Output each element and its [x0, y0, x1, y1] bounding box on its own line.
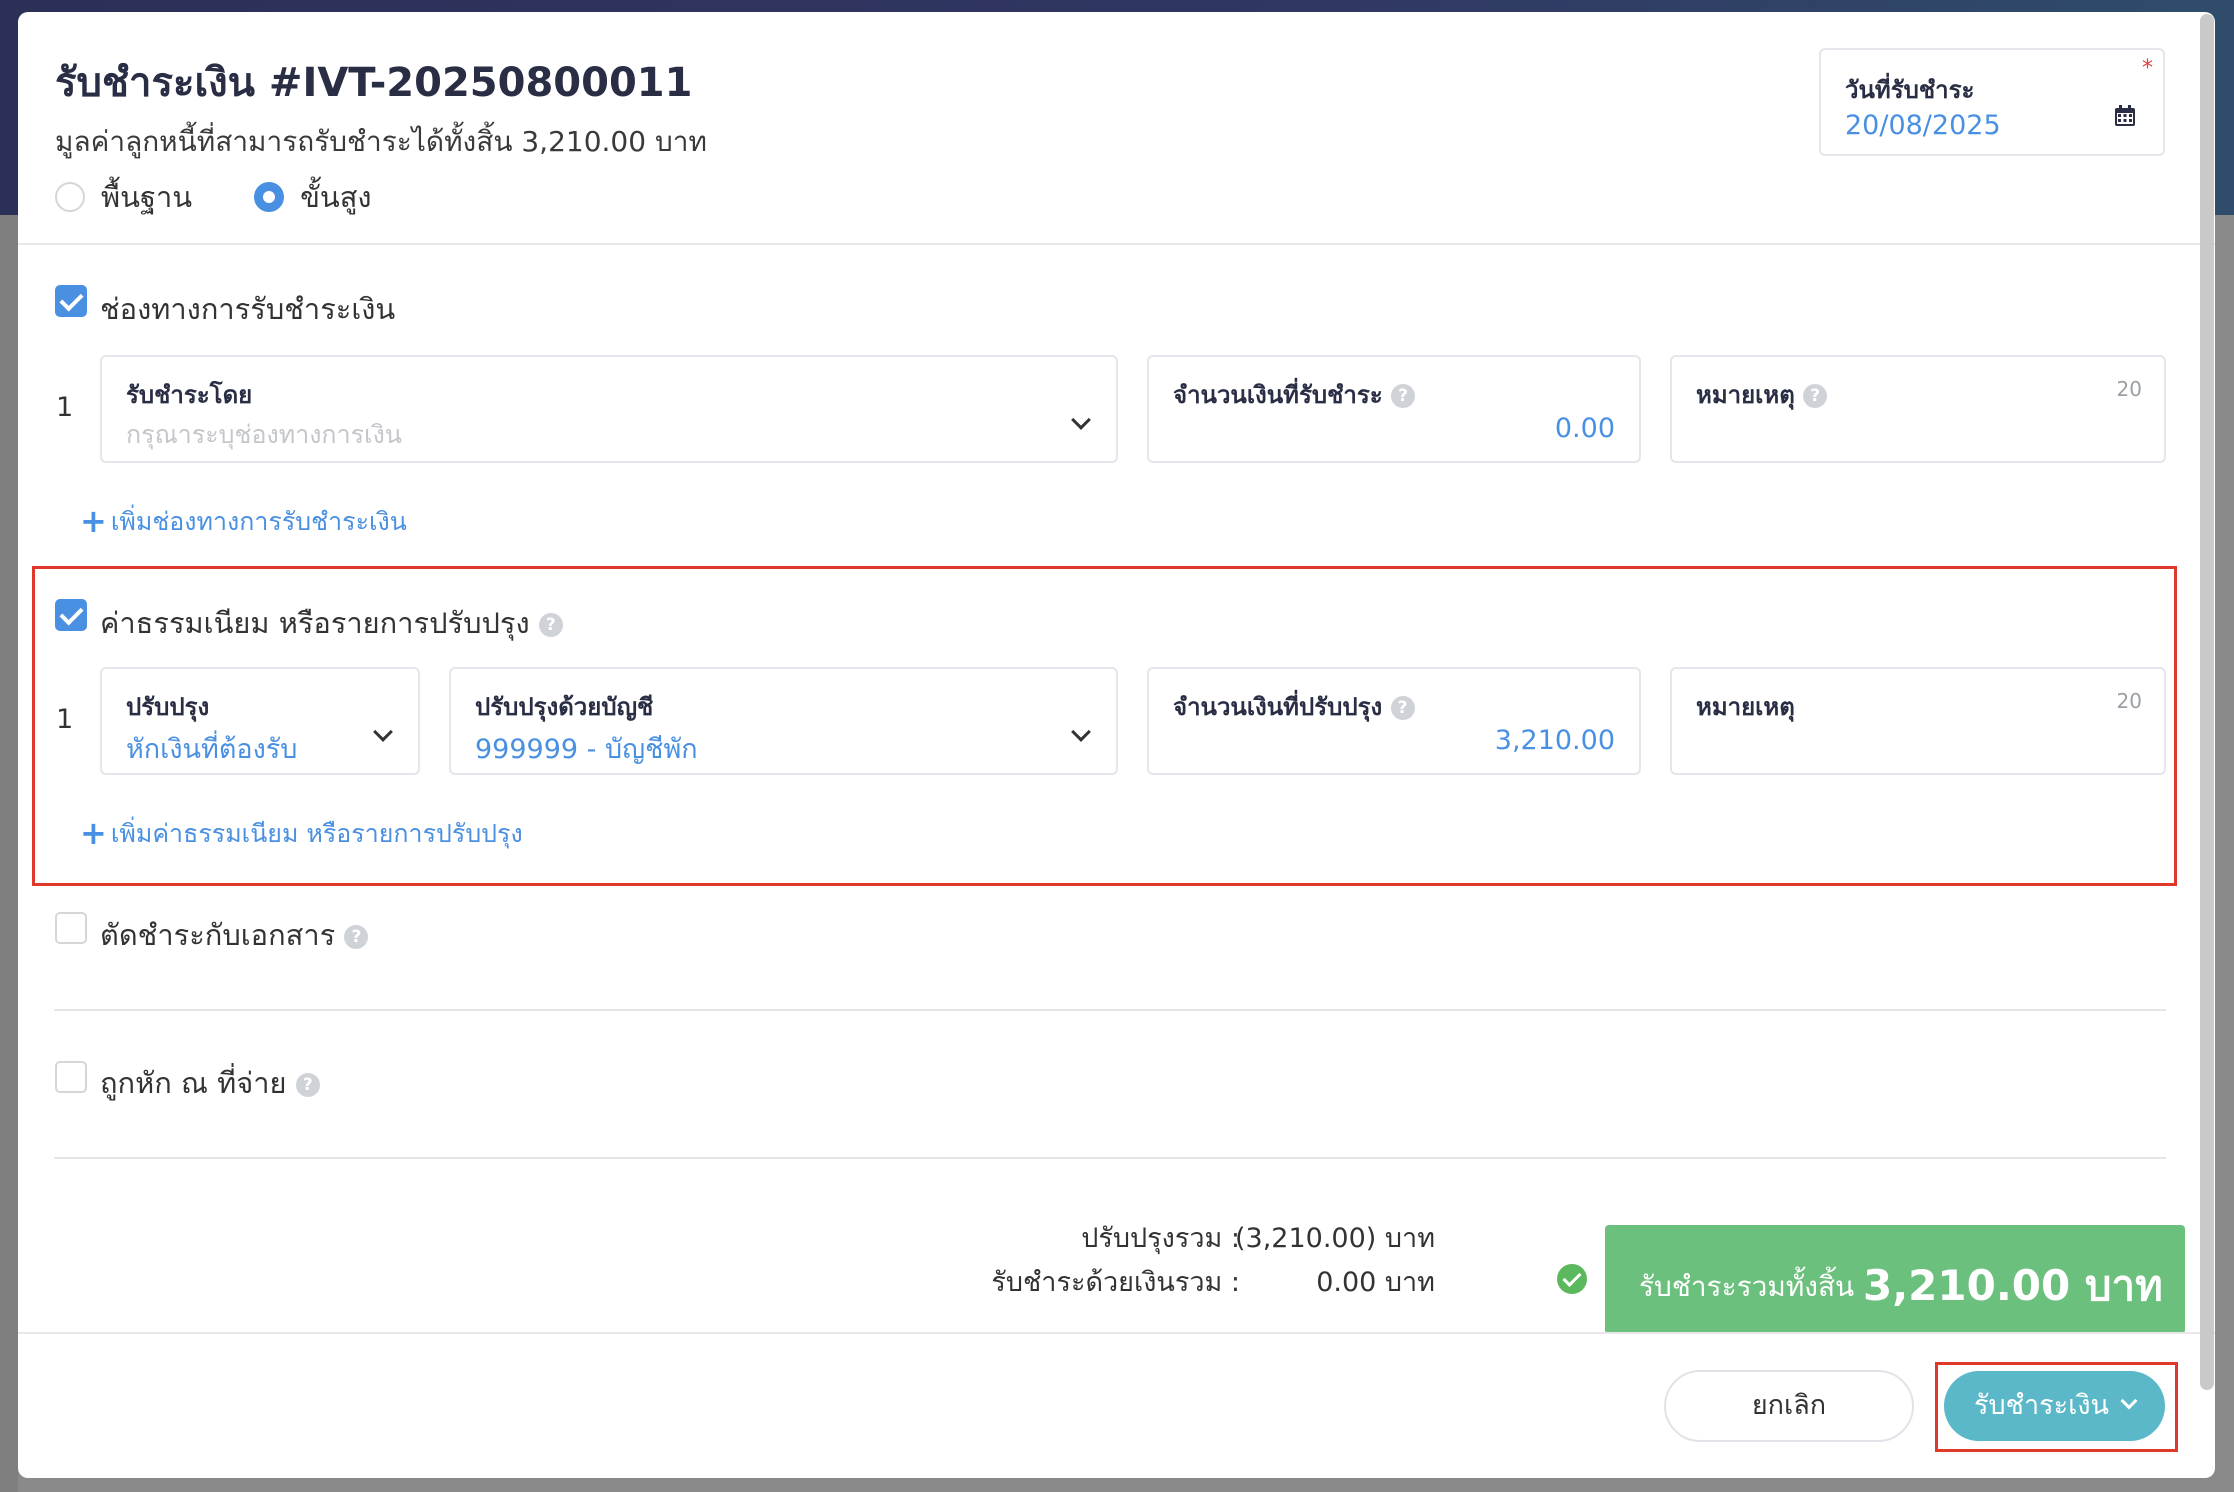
help-icon[interactable]: ? [295, 1073, 320, 1097]
adjustment-row-index: 1 [56, 704, 74, 735]
radio-advanced-circle[interactable] [254, 182, 285, 212]
page-backdrop-left [0, 215, 18, 1492]
payment-date-label: วันที่รับชำระ [1845, 76, 1975, 104]
payment-channels-title: ช่องทางการรับชำระเงิน [100, 292, 396, 326]
offset-documents-title: ตัดชำระกับเอกสาร [100, 918, 336, 952]
chevron-down-icon[interactable] [1071, 410, 1091, 430]
adjustment-note-field[interactable]: หมายเหตุ 20 [1670, 667, 2166, 775]
payment-date-value[interactable]: 20/08/2025 [1845, 110, 2001, 141]
payment-modal: รับชำระเงิน #IVT-20250800011 มูลค่าลูกหน… [18, 12, 2215, 1478]
calendar-icon[interactable] [2113, 104, 2137, 128]
adjustment-note-counter: 20 [2116, 689, 2142, 713]
fees-adjustments-checkbox[interactable] [55, 599, 87, 631]
add-adjustment-label: เพิ่มค่าธรรมเนียม หรือรายการปรับปรุง [110, 819, 523, 848]
footer-divider [18, 1332, 2215, 1334]
offset-documents-checkbox[interactable] [55, 912, 87, 944]
modal-title: รับชำระเงิน #IVT-20250800011 [55, 60, 693, 106]
chevron-down-icon[interactable] [1071, 722, 1091, 742]
payment-method-select[interactable]: รับชำระโดย กรุณาระบุช่องทางการเงิน [100, 355, 1118, 463]
payment-note-label: หมายเหตุ ? [1696, 375, 1828, 414]
adjustment-amount-value[interactable]: 3,210.00 [1495, 725, 1615, 756]
submit-payment-button[interactable]: รับชำระเงิน [1944, 1371, 2165, 1441]
adjustment-amount-label-text: จำนวนเงินที่ปรับปรุง [1173, 693, 1383, 721]
payment-method-label: รับชำระโดย [126, 381, 253, 409]
radio-advanced[interactable]: ขั้นสูง [254, 174, 372, 220]
help-icon[interactable]: ? [1803, 384, 1828, 408]
radio-basic-label: พื้นฐาน [101, 180, 193, 214]
required-mark: * [2142, 56, 2153, 81]
add-payment-channel-label: เพิ่มช่องทางการรับชำระเงิน [110, 507, 407, 536]
payment-date-field[interactable]: วันที่รับชำระ * 20/08/2025 [1819, 48, 2165, 156]
help-icon[interactable]: ? [344, 925, 369, 949]
help-icon[interactable]: ? [538, 613, 563, 637]
offset-documents-title-wrap: ตัดชำระกับเอกสาร ? [100, 912, 369, 958]
payment-amount-label: จำนวนเงินที่รับชำระ ? [1173, 375, 1416, 414]
vertical-scrollbar[interactable] [2200, 14, 2214, 1390]
radio-advanced-label: ขั้นสูง [300, 180, 372, 214]
adjust-total-value: (3,210.00) บาท [1235, 1223, 1435, 1254]
adjust-total-label: ปรับปรุงรวม : [1081, 1223, 1240, 1254]
cash-total-value: 0.00 บาท [1316, 1267, 1435, 1298]
chevron-down-icon[interactable] [373, 722, 393, 742]
payment-amount-value[interactable]: 0.00 [1555, 413, 1615, 444]
grand-total-value: 3,210.00 บาท [1863, 1261, 2163, 1310]
radio-basic[interactable]: พื้นฐาน [55, 174, 192, 220]
help-icon[interactable]: ? [1390, 696, 1415, 720]
adjustment-type-value[interactable]: หักเงินที่ต้องรับ [126, 727, 297, 770]
fees-adjustments-title-wrap: ค่าธรรมเนียม หรือรายการปรับปรุง ? [100, 600, 563, 646]
submit-payment-label: รับชำระเงิน [1974, 1390, 2109, 1421]
payment-row-index: 1 [56, 392, 74, 423]
payment-amount-label-text: จำนวนเงินที่รับชำระ [1173, 381, 1383, 409]
plus-icon: + [80, 502, 107, 540]
section-divider [54, 1157, 2166, 1159]
payment-note-counter: 20 [2116, 377, 2142, 401]
add-payment-channel-link[interactable]: + เพิ่มช่องทางการรับชำระเงิน [80, 502, 407, 542]
plus-icon: + [80, 814, 107, 852]
grand-total-box: รับชำระรวมทั้งสิ้น 3,210.00 บาท [1605, 1225, 2185, 1334]
withholding-title: ถูกหัก ณ ที่จ่าย [100, 1066, 287, 1100]
adjustment-type-select[interactable]: ปรับปรุง หักเงินที่ต้องรับ [100, 667, 420, 775]
chevron-down-icon[interactable] [2120, 1392, 2138, 1410]
withholding-title-wrap: ถูกหัก ณ ที่จ่าย ? [100, 1060, 320, 1106]
payment-method-placeholder: กรุณาระบุช่องทางการเงิน [126, 420, 402, 449]
cash-total-label: รับชำระด้วยเงินรวม : [991, 1267, 1240, 1298]
radio-basic-circle[interactable] [55, 182, 85, 212]
adjustment-note-label: หมายเหตุ [1696, 693, 1795, 721]
adjustment-account-label: ปรับปรุงด้วยบัญชี [475, 693, 654, 721]
withholding-checkbox[interactable] [55, 1061, 87, 1093]
payment-amount-field[interactable]: จำนวนเงินที่รับชำระ ? 0.00 [1147, 355, 1641, 463]
help-icon[interactable]: ? [1391, 384, 1416, 408]
cancel-button[interactable]: ยกเลิก [1664, 1370, 1914, 1442]
adjustment-account-select[interactable]: ปรับปรุงด้วยบัญชี 999999 - บัญชีพัก [449, 667, 1118, 775]
fees-adjustments-title: ค่าธรรมเนียม หรือรายการปรับปรุง [100, 606, 530, 640]
check-circle-icon [1557, 1264, 1587, 1294]
adjustment-account-value[interactable]: 999999 - บัญชีพัก [475, 727, 698, 770]
mode-radio-group: พื้นฐาน ขั้นสูง [55, 174, 434, 220]
adjustment-type-label: ปรับปรุง [126, 693, 210, 721]
payment-channels-checkbox[interactable] [55, 285, 87, 317]
receivable-amount-text: มูลค่าลูกหนี้ที่สามารถรับชำระได้ทั้งสิ้น… [55, 125, 707, 158]
add-adjustment-link[interactable]: + เพิ่มค่าธรรมเนียม หรือรายการปรับปรุง [80, 814, 523, 854]
payment-note-label-text: หมายเหตุ [1696, 381, 1795, 409]
payment-note-field[interactable]: หมายเหตุ ? 20 [1670, 355, 2166, 463]
section-divider [54, 1009, 2166, 1011]
header-divider [18, 243, 2215, 245]
adjustment-amount-field[interactable]: จำนวนเงินที่ปรับปรุง ? 3,210.00 [1147, 667, 1641, 775]
adjustment-amount-label: จำนวนเงินที่ปรับปรุง ? [1173, 687, 1415, 726]
grand-total-label: รับชำระรวมทั้งสิ้น [1639, 1270, 1855, 1303]
